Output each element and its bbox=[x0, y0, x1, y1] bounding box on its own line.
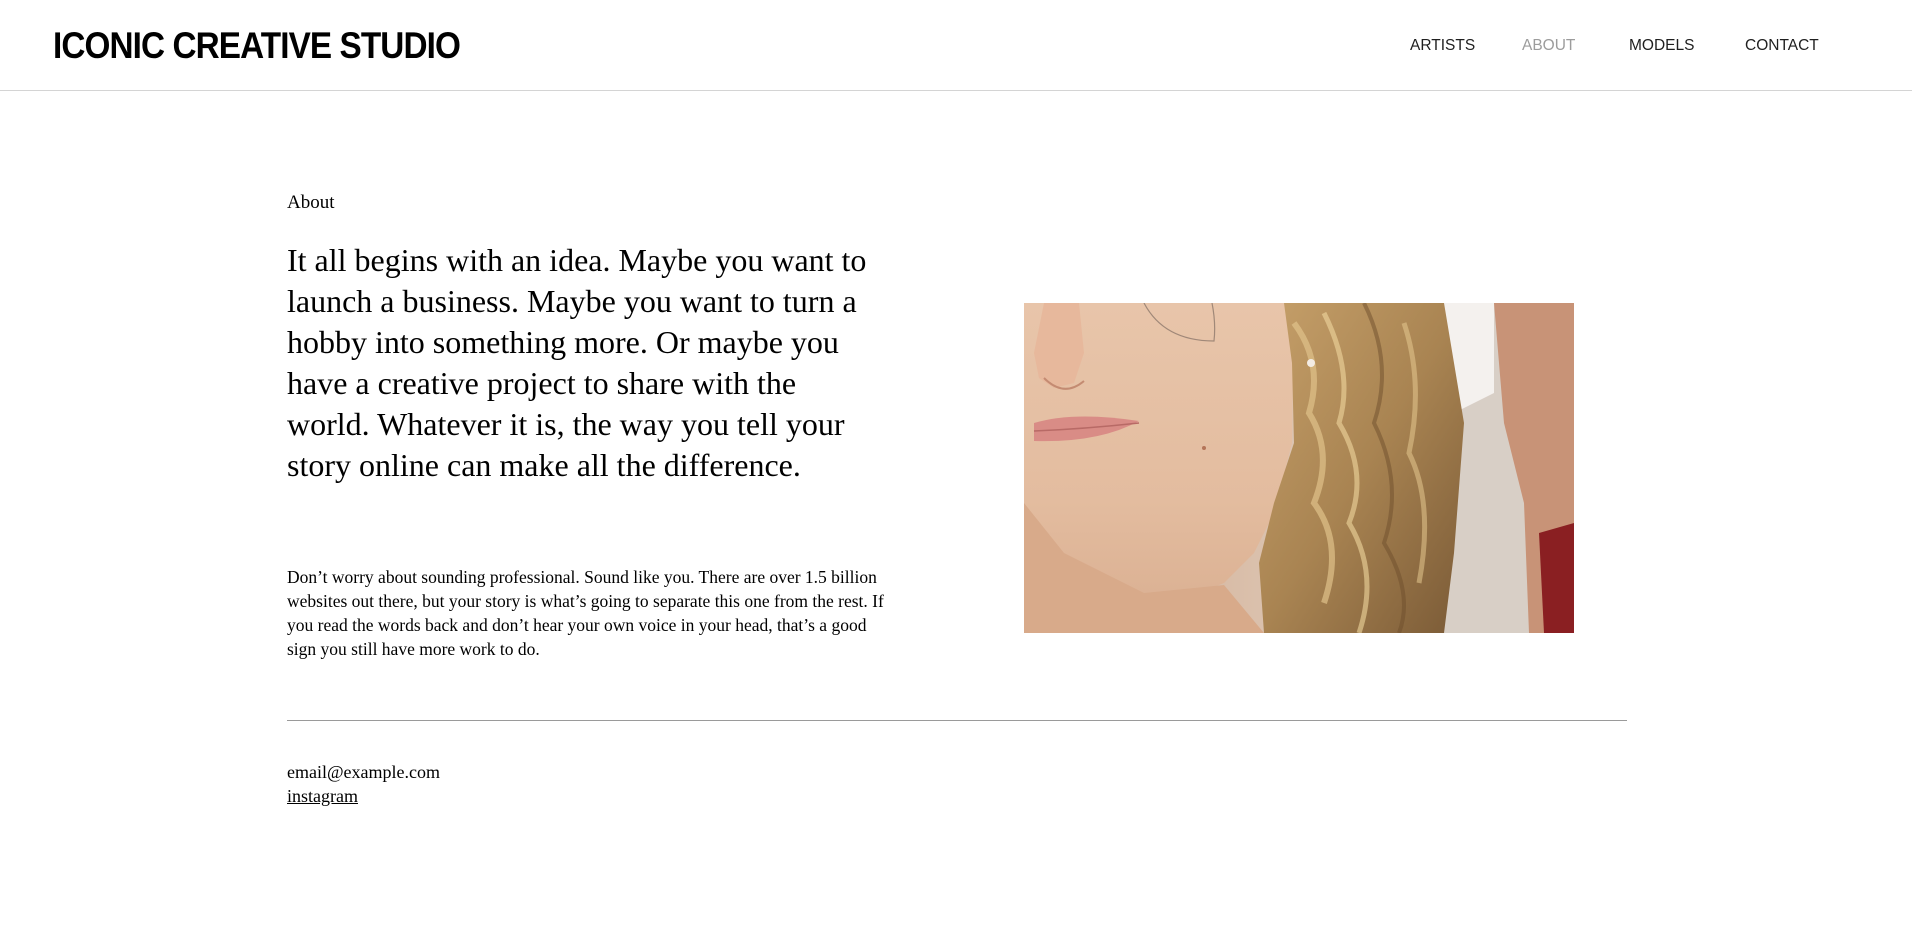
page-headline: It all begins with an idea. Maybe you wa… bbox=[287, 242, 867, 483]
site-header: ICONIC CREATIVE STUDIO ARTISTS ABOUT MOD… bbox=[0, 0, 1912, 91]
section-divider bbox=[287, 720, 1627, 721]
section-eyebrow: About bbox=[287, 192, 335, 213]
nav-link-contact[interactable]: CONTACT bbox=[1745, 36, 1819, 56]
nav-link-about[interactable]: ABOUT bbox=[1522, 36, 1575, 56]
instagram-link[interactable]: instagram bbox=[287, 784, 358, 808]
nav-link-artists[interactable]: ARTISTS bbox=[1410, 36, 1475, 56]
nav-link-models[interactable]: MODELS bbox=[1629, 36, 1694, 56]
body-paragraph: Don’t worry about sounding professional.… bbox=[287, 567, 884, 659]
main-nav: ARTISTS ABOUT MODELS CONTACT bbox=[0, 36, 1912, 56]
portrait-photo bbox=[1024, 303, 1574, 633]
portrait-illustration bbox=[1024, 303, 1574, 633]
contact-email[interactable]: email@example.com bbox=[287, 760, 440, 784]
